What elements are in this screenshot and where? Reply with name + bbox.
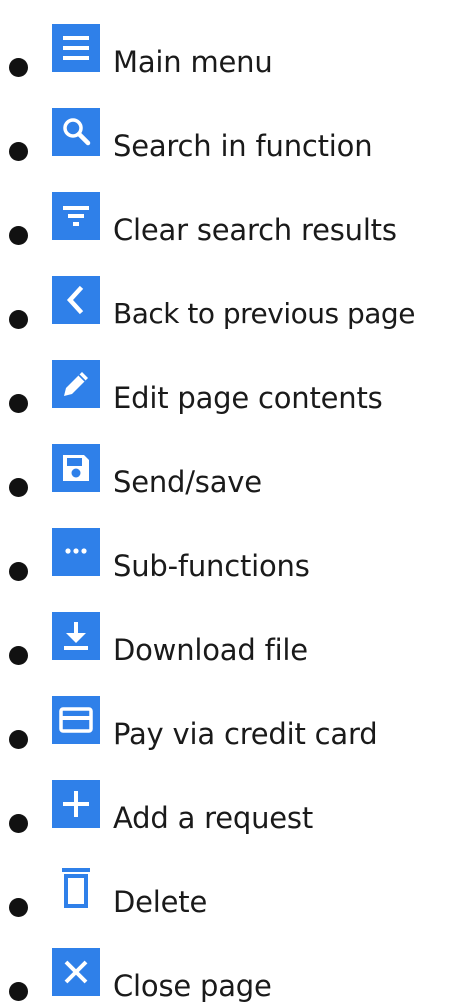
credit-card-icon [52, 696, 100, 744]
hamburger-menu-icon [52, 24, 100, 72]
legend-item-main-menu: Main menu [0, 18, 471, 79]
ellipsis-more-icon [52, 528, 100, 576]
bullet-icon [9, 310, 28, 329]
legend-item-clear-search: Clear search results [0, 186, 471, 247]
legend-item-download: Download file [0, 606, 471, 667]
close-x-icon [52, 948, 100, 996]
legend-label: Sub-functions [113, 549, 310, 583]
legend-item-close: Close page [0, 942, 471, 1003]
filter-icon [52, 192, 100, 240]
legend-label: Search in function [113, 129, 373, 163]
legend-label: Clear search results [113, 213, 397, 247]
legend-label: Close page [113, 969, 272, 1003]
bullet-icon [9, 478, 28, 497]
chevron-left-icon [52, 276, 100, 324]
legend-item-delete: Delete [0, 858, 471, 919]
bullet-icon [9, 58, 28, 77]
legend-item-back: Back to previous page [0, 270, 471, 330]
bullet-icon [9, 814, 28, 833]
legend-item-save: Send/save [0, 438, 471, 499]
bullet-icon [9, 982, 28, 1001]
bullet-icon [9, 142, 28, 161]
legend-item-edit: Edit page contents [0, 354, 471, 415]
legend-label: Delete [113, 885, 208, 919]
bullet-icon [9, 898, 28, 917]
legend-item-sub-functions: Sub-functions [0, 522, 471, 583]
legend-label: Edit page contents [113, 381, 383, 415]
legend-label: Download file [113, 633, 308, 667]
icon-legend-list: Main menu Search in function Clear searc… [0, 0, 471, 1003]
bullet-icon [9, 646, 28, 665]
legend-item-add-request: Add a request [0, 774, 471, 835]
bullet-icon [9, 562, 28, 581]
trash-delete-icon [52, 864, 100, 912]
legend-label: Add a request [113, 801, 313, 835]
bullet-icon [9, 394, 28, 413]
bullet-icon [9, 226, 28, 245]
legend-label: Send/save [113, 465, 262, 499]
legend-item-search: Search in function [0, 102, 471, 163]
plus-icon [52, 780, 100, 828]
download-icon [52, 612, 100, 660]
legend-label: Pay via credit card [113, 717, 378, 751]
magnifier-search-icon [52, 108, 100, 156]
pencil-edit-icon [52, 360, 100, 408]
legend-label: Back to previous page [113, 297, 415, 330]
legend-item-pay: Pay via credit card [0, 690, 471, 751]
bullet-icon [9, 730, 28, 749]
legend-label: Main menu [113, 45, 273, 79]
floppy-disk-save-icon [52, 444, 100, 492]
